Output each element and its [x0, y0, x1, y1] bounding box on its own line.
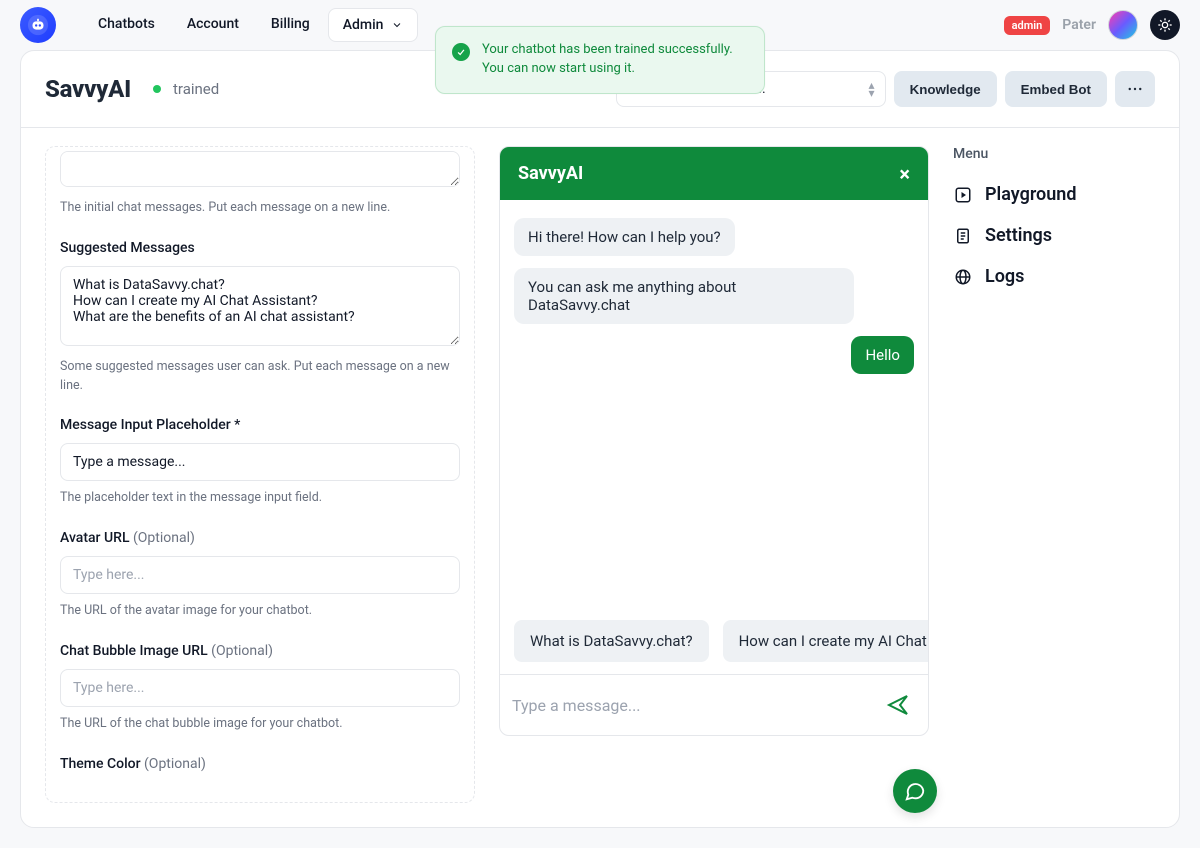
- suggested-label: Suggested Messages: [60, 240, 460, 256]
- file-text-icon: [953, 226, 973, 246]
- toast-message: Your chatbot has been trained successful…: [482, 41, 748, 79]
- more-actions-button[interactable]: [1115, 71, 1155, 107]
- chat-bubble-icon: [904, 780, 926, 802]
- bot-card: SavvyAI trained Load a conversation... ▴…: [20, 50, 1180, 828]
- avatar-help: The URL of the avatar image for your cha…: [60, 602, 460, 621]
- menu-title: Menu: [953, 146, 1155, 162]
- chat-preview-column: SavvyAI × Hi there! How can I help you? …: [499, 146, 929, 803]
- role-badge: admin: [1004, 16, 1051, 35]
- bot-title: SavvyAI: [45, 75, 131, 103]
- nav-chatbots[interactable]: Chatbots: [84, 8, 169, 42]
- avatar-url-input[interactable]: [60, 556, 460, 594]
- user-avatar[interactable]: [1108, 10, 1138, 40]
- status-dot-icon: [153, 85, 161, 93]
- chat-bubble-bot: Hi there! How can I help you?: [514, 218, 735, 256]
- user-name: Pater: [1062, 17, 1096, 33]
- success-toast: Your chatbot has been trained successful…: [435, 26, 765, 94]
- select-updown-icon: ▴▾: [869, 81, 875, 97]
- menu-item-settings[interactable]: Settings: [953, 215, 1155, 256]
- placeholder-help: The placeholder text in the message inpu…: [60, 489, 460, 508]
- field-avatar-url: Avatar URL (Optional) The URL of the ava…: [60, 530, 460, 621]
- field-initial-messages: The initial chat messages. Put each mess…: [60, 151, 460, 218]
- avatar-label: Avatar URL (Optional): [60, 530, 460, 546]
- bot-settings-form: The initial chat messages. Put each mess…: [45, 146, 475, 803]
- suggested-help: Some suggested messages user can ask. Pu…: [60, 358, 460, 396]
- theme-color-label: Theme Color (Optional): [60, 756, 460, 772]
- dots-horizontal-icon: [1126, 80, 1144, 98]
- chat-bubble-user: Hello: [851, 336, 914, 374]
- chat-widget-title: SavvyAI: [518, 163, 583, 184]
- chat-input[interactable]: [500, 686, 878, 725]
- nav-admin[interactable]: Admin: [328, 8, 419, 42]
- menu-item-logs[interactable]: Logs: [953, 256, 1155, 297]
- suggested-messages-input[interactable]: [60, 266, 460, 346]
- sun-icon: [1157, 17, 1173, 33]
- send-button[interactable]: [878, 685, 918, 725]
- close-icon[interactable]: ×: [899, 164, 910, 184]
- main-nav: Chatbots Account Billing Admin: [84, 8, 418, 42]
- suggestion-chip[interactable]: What is DataSavvy.chat?: [514, 620, 709, 662]
- nav-billing[interactable]: Billing: [257, 8, 324, 42]
- send-icon: [886, 693, 910, 717]
- chat-input-row: [500, 674, 928, 735]
- side-menu: Menu Playground Settings: [953, 146, 1155, 803]
- theme-toggle-button[interactable]: [1150, 10, 1180, 40]
- chat-fab-button[interactable]: [893, 769, 937, 813]
- check-circle-icon: [452, 43, 470, 61]
- menu-item-label: Settings: [985, 225, 1052, 246]
- field-suggested-messages: Suggested Messages Some suggested messag…: [60, 240, 460, 396]
- menu-item-playground[interactable]: Playground: [953, 174, 1155, 215]
- chat-widget: SavvyAI × Hi there! How can I help you? …: [499, 146, 929, 736]
- bubble-url-input[interactable]: [60, 669, 460, 707]
- bot-status: trained: [173, 80, 219, 98]
- placeholder-input[interactable]: [60, 443, 460, 481]
- nav-account[interactable]: Account: [173, 8, 253, 42]
- initial-messages-input[interactable]: [60, 151, 460, 187]
- menu-item-label: Playground: [985, 184, 1076, 205]
- field-bubble-url: Chat Bubble Image URL (Optional) The URL…: [60, 643, 460, 734]
- field-theme-color: Theme Color (Optional): [60, 756, 460, 772]
- app-logo[interactable]: [20, 7, 56, 43]
- embed-bot-button[interactable]: Embed Bot: [1005, 71, 1107, 107]
- bubble-label: Chat Bubble Image URL (Optional): [60, 643, 460, 659]
- topbar-right: admin Pater: [1004, 10, 1180, 40]
- field-input-placeholder: Message Input Placeholder * The placehol…: [60, 417, 460, 508]
- chat-suggestions: What is DataSavvy.chat? How can I create…: [500, 608, 928, 674]
- chat-messages: Hi there! How can I help you? You can as…: [500, 200, 928, 608]
- chat-widget-header: SavvyAI ×: [500, 147, 928, 200]
- play-square-icon: [953, 185, 973, 205]
- globe-icon: [953, 267, 973, 287]
- suggestion-chip[interactable]: How can I create my AI Chat Assist: [723, 620, 928, 662]
- bubble-help: The URL of the chat bubble image for you…: [60, 715, 460, 734]
- chat-bubble-bot: You can ask me anything about DataSavvy.…: [514, 268, 854, 324]
- topbar: Chatbots Account Billing Admin admin Pat…: [0, 0, 1200, 50]
- knowledge-button[interactable]: Knowledge: [894, 71, 997, 107]
- menu-item-label: Logs: [985, 266, 1024, 287]
- placeholder-label: Message Input Placeholder *: [60, 417, 460, 433]
- nav-admin-label: Admin: [343, 17, 384, 33]
- initial-messages-help: The initial chat messages. Put each mess…: [60, 199, 460, 218]
- chevron-down-icon: [391, 19, 403, 31]
